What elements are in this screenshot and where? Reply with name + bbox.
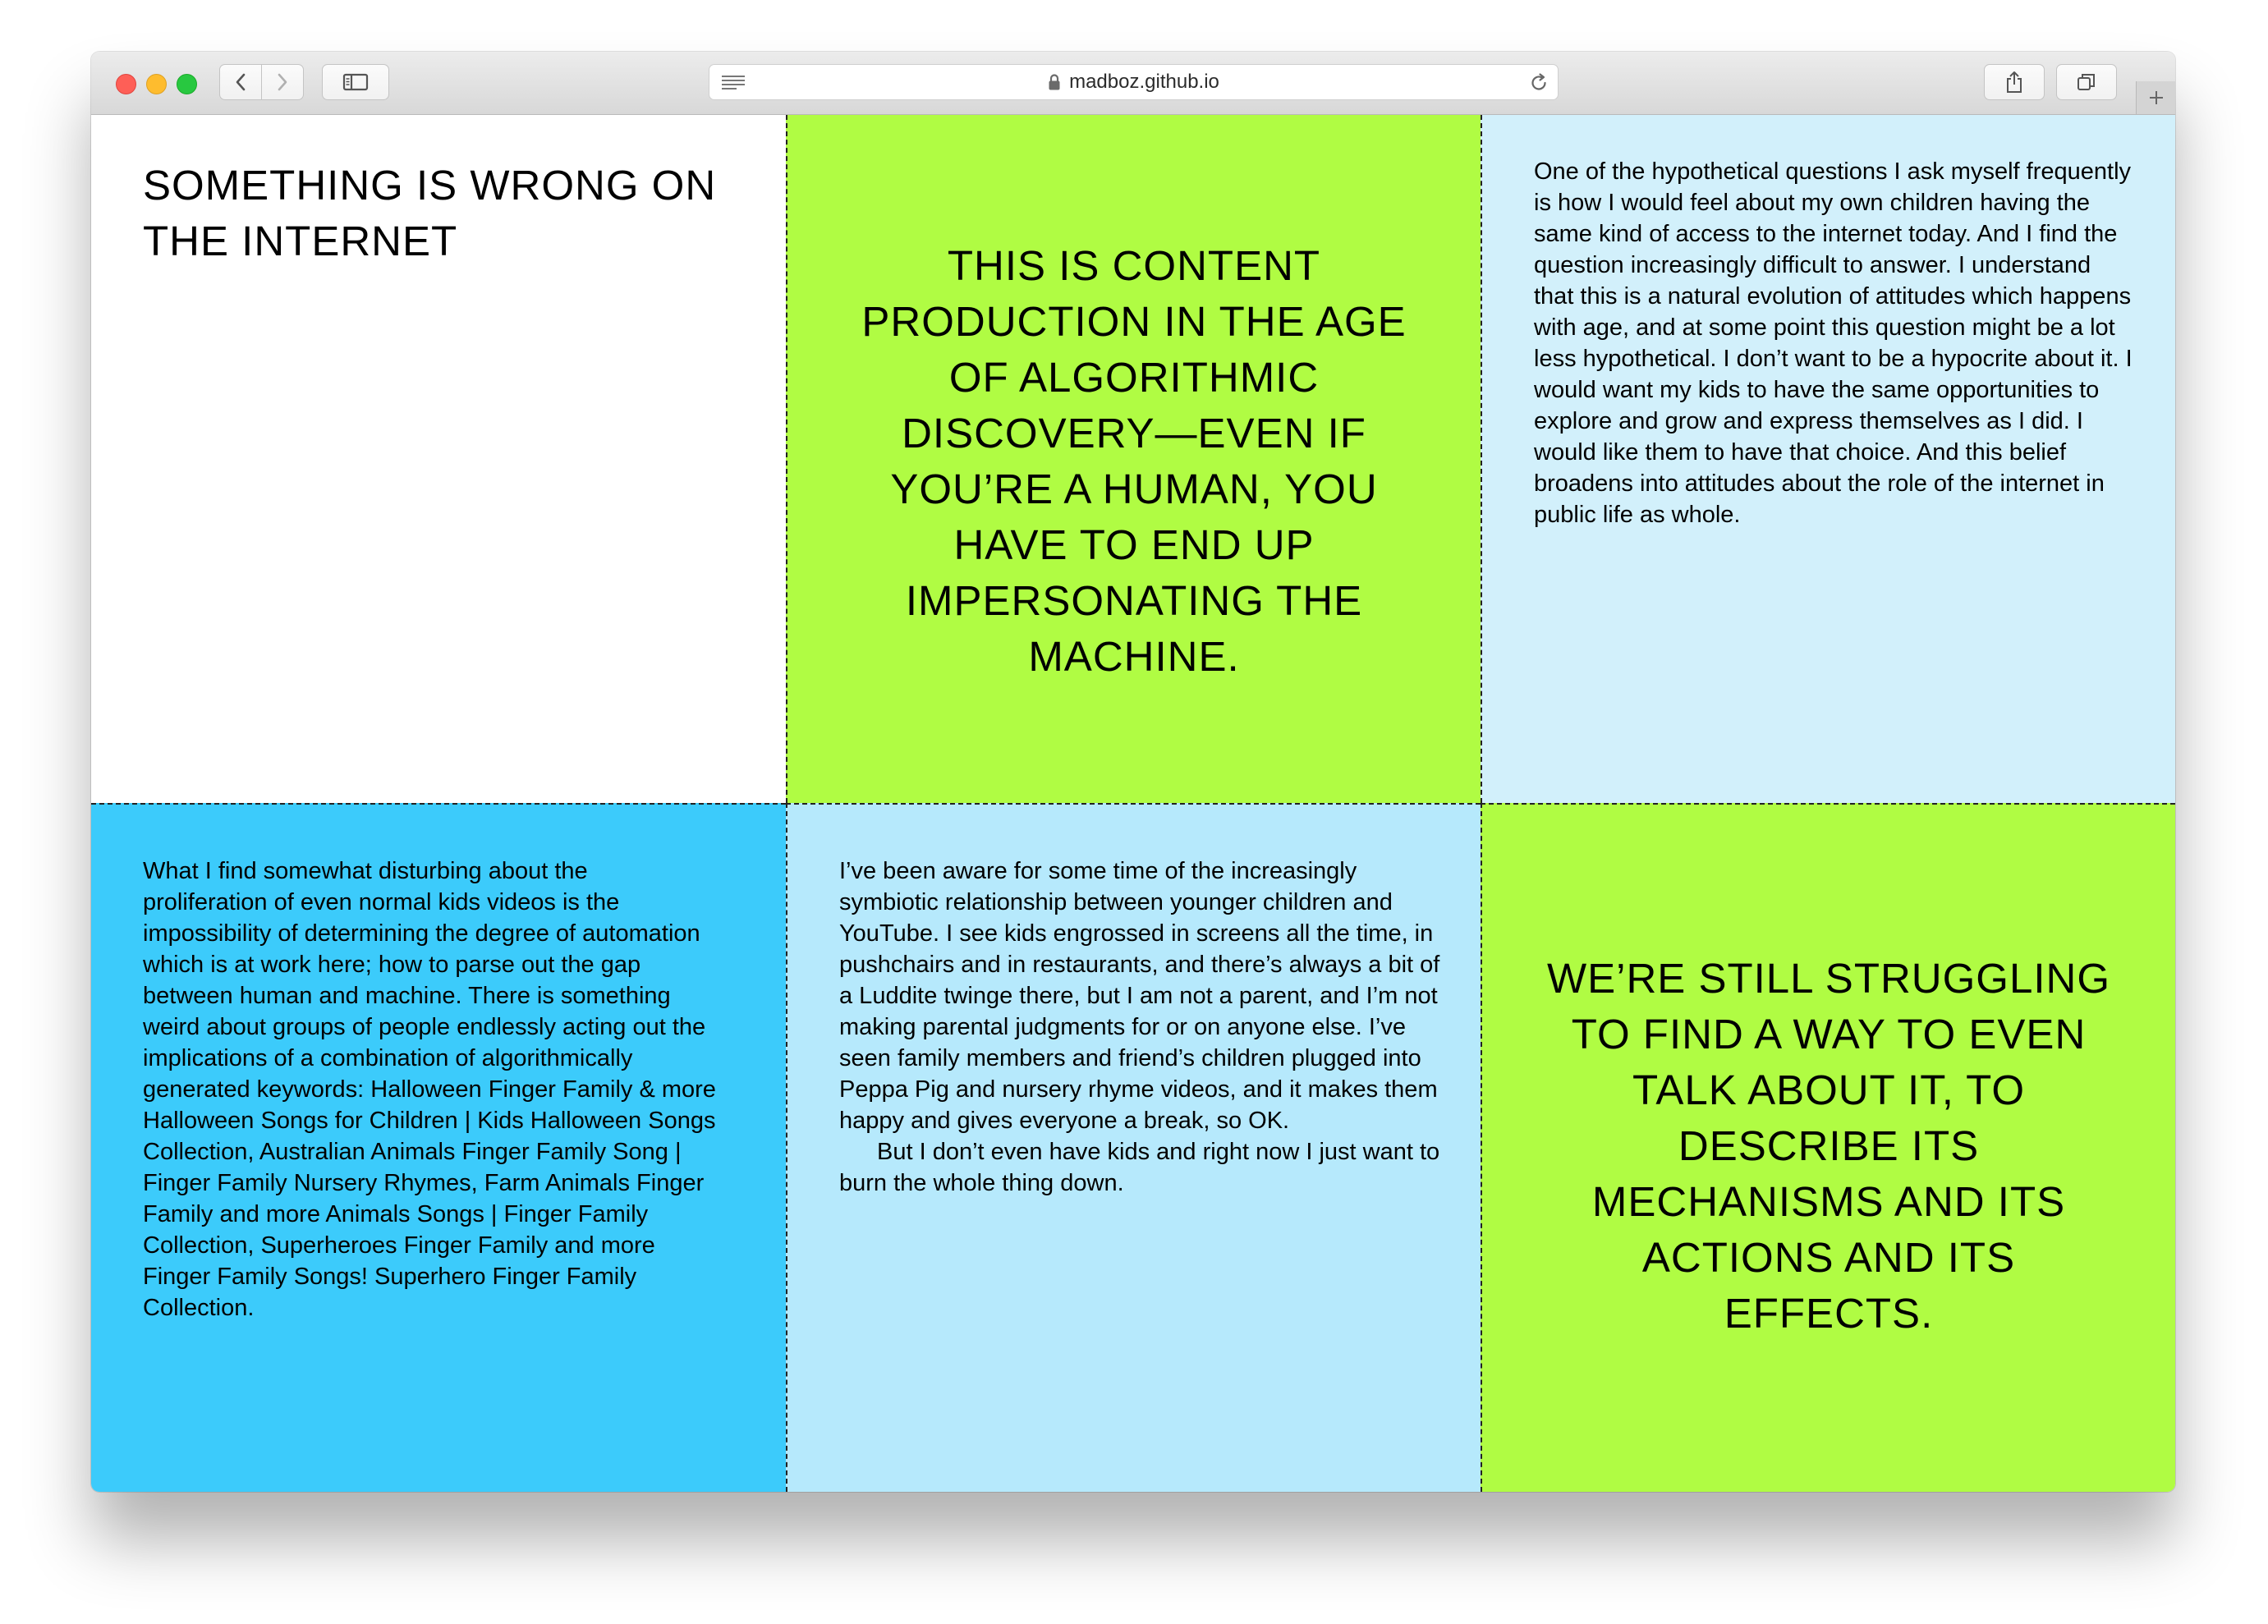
url-display: madboz.github.io <box>709 65 1558 99</box>
sidebar-button[interactable] <box>322 64 389 100</box>
tabs-overview-icon <box>2077 74 2095 90</box>
maximize-window-button[interactable] <box>177 74 197 94</box>
browser-toolbar: madboz.github.io <box>91 52 2175 115</box>
browser-window: madboz.github.io SOMETHING IS WRONG ON T… <box>91 52 2175 1492</box>
share-icon <box>2007 71 2022 93</box>
page-content: SOMETHING IS WRONG ON THE INTERNET THIS … <box>91 115 2175 1492</box>
plus-icon <box>2149 91 2163 104</box>
paragraph-burn: But I don’t even have kids and right now… <box>839 1139 1440 1196</box>
tab-overview-button[interactable] <box>2056 64 2117 100</box>
text-cell-disturbing: What I find somewhat disturbing about th… <box>91 803 786 1492</box>
chevron-right-icon <box>278 73 287 91</box>
minimize-window-button[interactable] <box>146 74 167 94</box>
pull-quote-2: WE’RE STILL STRUGGLING TO FIND A WAY TO … <box>1546 955 2111 1337</box>
forward-button[interactable] <box>261 64 304 100</box>
new-tab-button[interactable] <box>2136 81 2175 114</box>
share-button[interactable] <box>1984 64 2045 100</box>
paragraph-disturbing: What I find somewhat disturbing about th… <box>143 858 716 1321</box>
text-cell-aware: I’ve been aware for some time of the inc… <box>786 803 1481 1492</box>
url-text: madboz.github.io <box>1069 71 1219 93</box>
paragraph-hypothetical: One of the hypothetical questions I ask … <box>1534 158 2133 528</box>
page-title: SOMETHING IS WRONG ON THE INTERNET <box>143 162 717 264</box>
pull-quote-cell-1: THIS IS CONTENT PRODUCTION IN THE AGE OF… <box>786 115 1481 803</box>
address-bar[interactable]: madboz.github.io <box>709 64 1559 100</box>
pull-quote-1: THIS IS CONTENT PRODUCTION IN THE AGE OF… <box>861 242 1407 680</box>
lock-icon <box>1049 74 1060 90</box>
back-button[interactable] <box>219 64 262 100</box>
close-window-button[interactable] <box>116 74 136 94</box>
reload-icon[interactable] <box>1528 72 1549 98</box>
text-block-aware: I’ve been aware for some time of the inc… <box>839 856 1443 1199</box>
chevron-left-icon <box>236 73 246 91</box>
text-cell-hypothetical: One of the hypothetical questions I ask … <box>1481 115 2175 803</box>
title-cell: SOMETHING IS WRONG ON THE INTERNET <box>91 115 786 803</box>
paragraph-aware: I’ve been aware for some time of the inc… <box>839 858 1440 1134</box>
pull-quote-cell-2: WE’RE STILL STRUGGLING TO FIND A WAY TO … <box>1481 803 2175 1492</box>
sidebar-icon <box>342 73 369 91</box>
